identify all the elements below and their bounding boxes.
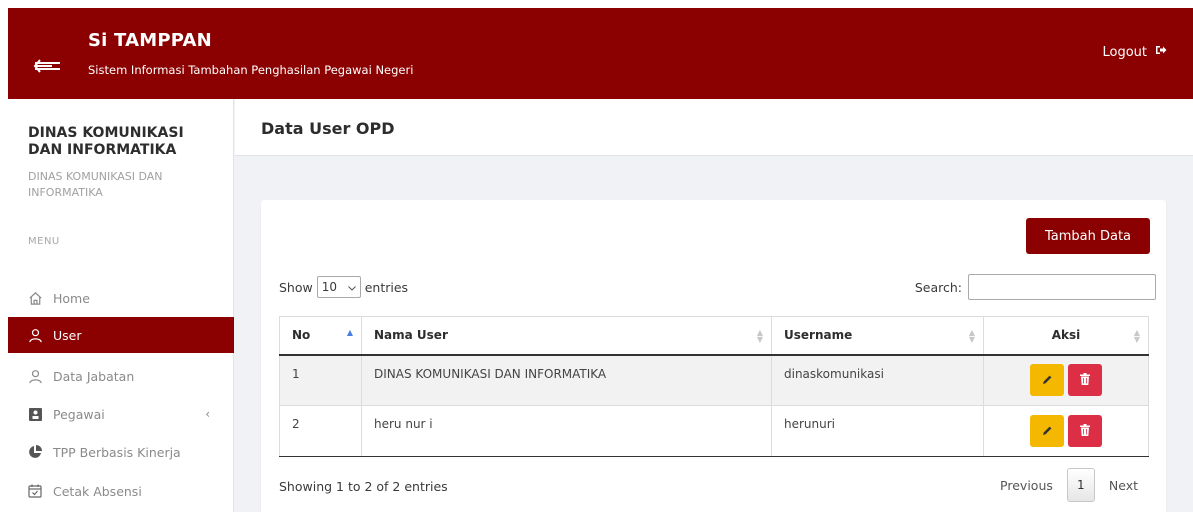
- sort-icon: ▲ ▼: [968, 328, 975, 344]
- page-title: Data User OPD: [261, 119, 395, 138]
- sidebar-item-label: User: [53, 327, 82, 343]
- sidebar-toggle-icon[interactable]: [32, 58, 62, 73]
- previous-button[interactable]: Previous: [986, 478, 1067, 493]
- sort-icon: ▲ ▼: [1133, 328, 1140, 344]
- org-name: DINAS KOMUNIKASI DAN INFORMATIKA: [28, 125, 184, 158]
- chevron-left-icon: ‹: [205, 407, 210, 421]
- sidebar-item-label: Data Jabatan: [53, 368, 135, 384]
- delete-button[interactable]: [1068, 415, 1102, 447]
- next-button[interactable]: Next: [1095, 478, 1152, 493]
- cell-nama-user: DINAS KOMUNIKASI DAN INFORMATIKA: [361, 354, 772, 406]
- table-row: 2 heru nur i herunuri: [279, 405, 1149, 457]
- pagination: Previous 1 Next: [986, 468, 1152, 502]
- menu-section-label: MENU: [28, 236, 60, 247]
- cell-no: 2: [279, 405, 362, 457]
- entries-label: entries: [364, 279, 409, 295]
- sidebar-item-label: TPP Berbasis Kinerja: [53, 444, 181, 460]
- column-header-no[interactable]: No ▲: [279, 316, 362, 356]
- sidebar-item-pegawai[interactable]: Pegawai ‹: [8, 396, 234, 432]
- search-control: Search:: [915, 274, 1156, 300]
- sidebar-item-label: Home: [53, 290, 90, 306]
- cell-nama-user: heru nur i: [361, 405, 772, 457]
- table-row: 1 DINAS KOMUNIKASI DAN INFORMATIKA dinas…: [279, 354, 1149, 406]
- app-subtitle: Sistem Informasi Tambahan Penghasilan Pe…: [88, 63, 414, 77]
- sidebar: DINAS KOMUNIKASI DAN INFORMATIKA DINAS K…: [8, 99, 234, 512]
- content-header: Data User OPD: [235, 99, 1193, 156]
- cell-username: herunuri: [771, 405, 984, 457]
- sort-asc-icon: ▲: [346, 328, 353, 337]
- pencil-icon: [1042, 424, 1053, 439]
- top-navbar: Si TAMPPAN Sistem Informasi Tambahan Pen…: [8, 8, 1193, 99]
- cell-aksi: [983, 405, 1149, 457]
- search-input[interactable]: [968, 274, 1156, 300]
- sign-out-icon: [1155, 44, 1167, 60]
- home-icon: [27, 290, 43, 306]
- sort-icon: ▲ ▼: [756, 328, 763, 344]
- show-label: Show: [279, 279, 313, 295]
- id-card-icon: [27, 406, 43, 422]
- org-subtitle: DINAS KOMUNIKASI DAN INFORMATIKA: [28, 170, 163, 199]
- cell-no: 1: [279, 354, 362, 406]
- app-title: Si TAMPPAN: [88, 30, 212, 51]
- app-frame: Si TAMPPAN Sistem Informasi Tambahan Pen…: [8, 8, 1193, 512]
- calendar-check-icon: [27, 483, 43, 499]
- table-header-row: No ▲ Nama User ▲ ▼ Username ▲ ▼ Aksi ▲ ▼: [279, 316, 1149, 356]
- search-label: Search:: [914, 279, 962, 295]
- trash-icon: [1080, 372, 1090, 388]
- user-icon: [27, 327, 43, 343]
- page-number-button[interactable]: 1: [1066, 468, 1095, 502]
- user-table: No ▲ Nama User ▲▼ Username ▲▼ Aksi ▲▼: [279, 316, 1149, 457]
- data-card: Tambah Data Show 10 entries Search: No ▲: [261, 200, 1166, 512]
- pencil-icon: [1042, 373, 1053, 388]
- table-info: Showing 1 to 2 of 2 entries: [279, 479, 448, 494]
- sidebar-item-label: Pegawai: [53, 406, 105, 422]
- delete-button[interactable]: [1068, 364, 1102, 397]
- logout-button[interactable]: Logout: [1102, 44, 1167, 60]
- edit-button[interactable]: [1030, 415, 1064, 447]
- sidebar-item-label: Cetak Absensi: [53, 483, 142, 499]
- sidebar-item-tpp-berbasis-kinerja[interactable]: TPP Berbasis Kinerja: [8, 434, 234, 470]
- pie-chart-icon: [27, 444, 43, 460]
- chevron-down-icon: [347, 280, 356, 294]
- entries-length-select[interactable]: 10: [316, 276, 361, 298]
- user-icon: [27, 368, 43, 384]
- trash-icon: [1080, 423, 1090, 439]
- column-header-aksi[interactable]: Aksi ▲ ▼: [983, 316, 1149, 356]
- cell-username: dinaskomunikasi: [771, 354, 984, 406]
- column-header-nama-user[interactable]: Nama User ▲ ▼: [361, 316, 772, 356]
- sidebar-item-cetak-absensi[interactable]: Cetak Absensi: [8, 473, 234, 509]
- entries-length-control: Show 10 entries: [279, 276, 408, 298]
- sidebar-item-user[interactable]: User: [8, 317, 234, 353]
- sidebar-item-data-jabatan[interactable]: Data Jabatan: [8, 358, 234, 394]
- logout-label: Logout: [1102, 44, 1147, 60]
- cell-aksi: [983, 354, 1149, 406]
- column-header-username[interactable]: Username ▲ ▼: [771, 316, 984, 356]
- add-data-button[interactable]: Tambah Data: [1026, 218, 1150, 254]
- edit-button[interactable]: [1030, 364, 1064, 397]
- sidebar-item-home[interactable]: Home: [8, 280, 234, 316]
- entries-length-value: 10: [321, 280, 338, 294]
